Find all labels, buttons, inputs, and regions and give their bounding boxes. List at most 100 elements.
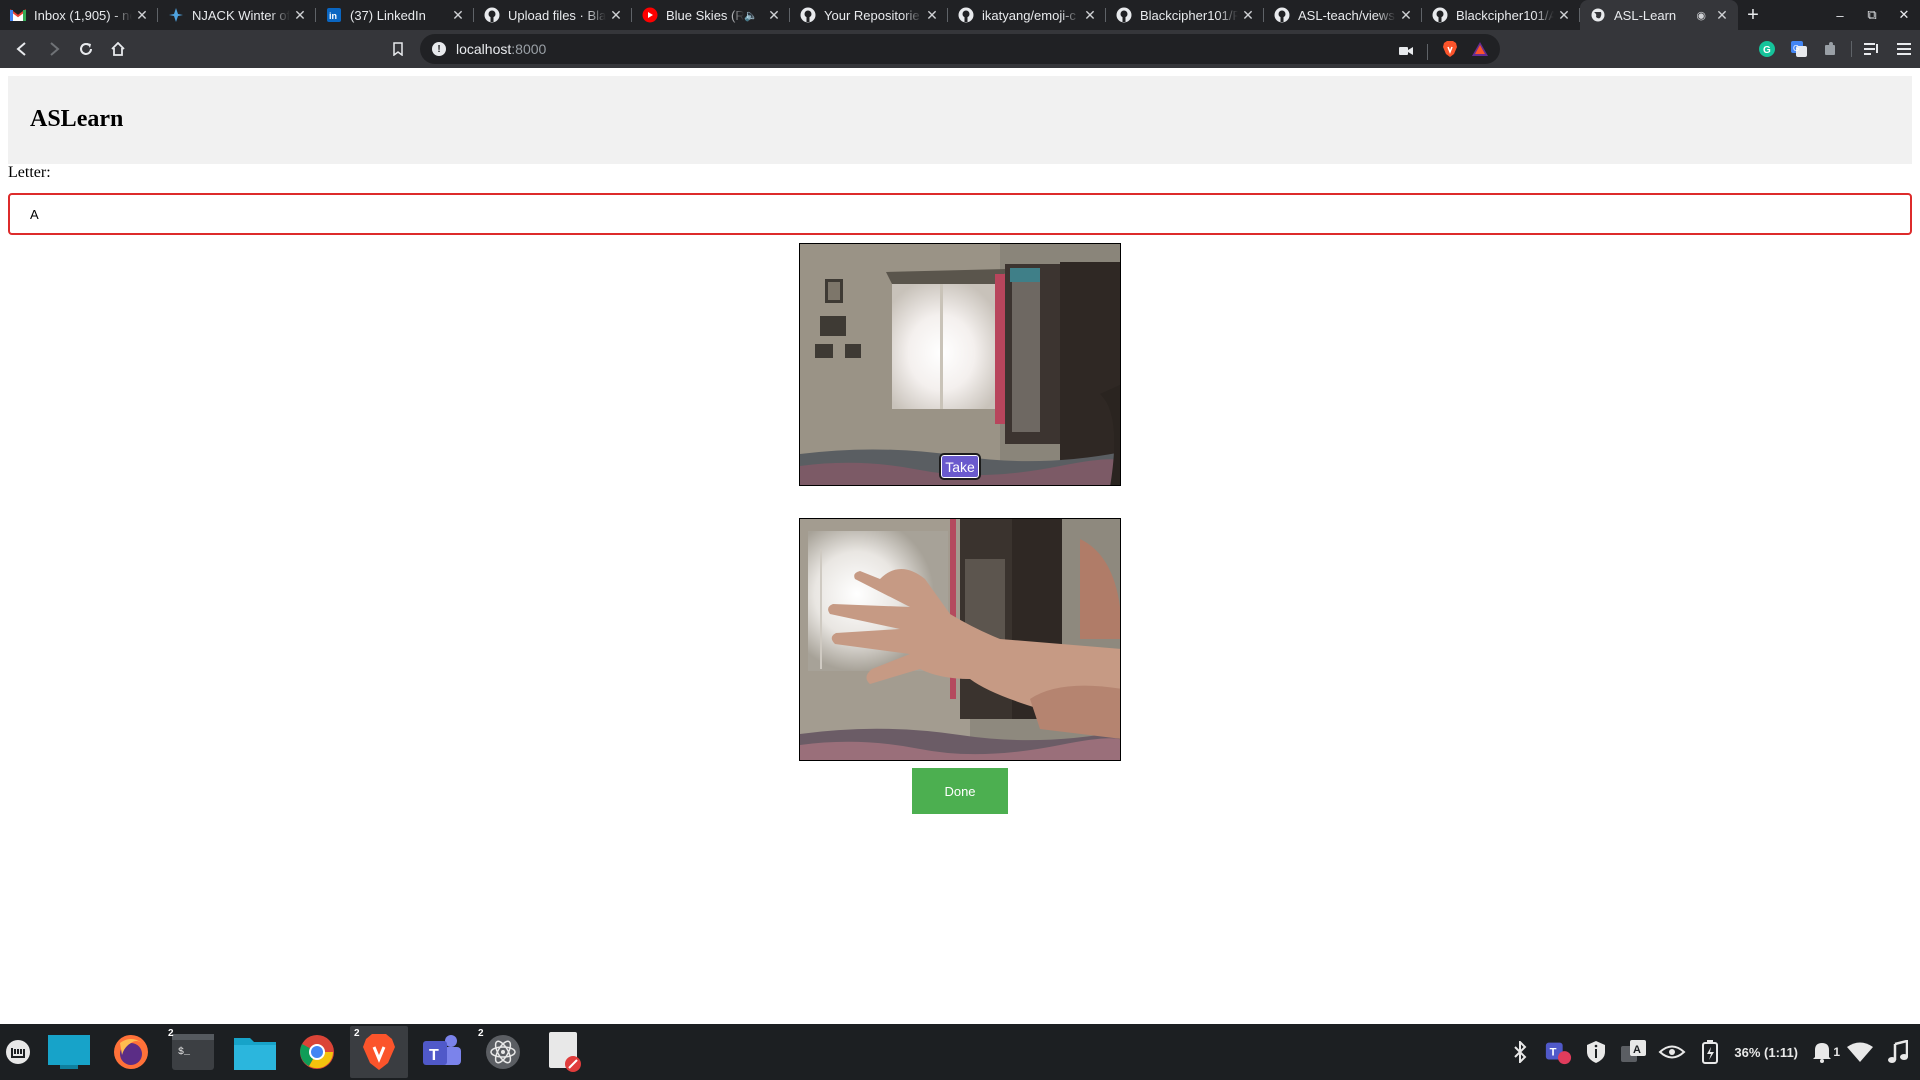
google-translate-icon[interactable]: G — [1783, 33, 1815, 65]
recording-indicator-icon: ◉ — [1696, 9, 1706, 22]
music-note-icon[interactable] — [1884, 1038, 1912, 1066]
back-button[interactable] — [6, 33, 38, 65]
update-info-icon[interactable] — [1582, 1038, 1610, 1066]
browser-tab-strip: Inbox (1,905) - ne ✕ NJACK Winter of ✕ i… — [0, 0, 1920, 30]
tab-close-icon[interactable]: ✕ — [1396, 7, 1416, 24]
brave-shields-icon[interactable] — [1442, 40, 1458, 63]
tab-upload-files[interactable]: Upload files · Bla ✕ — [474, 0, 632, 30]
gmail-icon — [10, 7, 26, 23]
forward-button[interactable] — [38, 33, 70, 65]
bookmark-button[interactable] — [386, 33, 410, 65]
tab-emoji-cheat-sheet[interactable]: ikatyang/emoji-c ✕ — [948, 0, 1106, 30]
camera-in-use-icon[interactable] — [1399, 43, 1413, 61]
tab-your-repositories[interactable]: Your Repositorie ✕ — [790, 0, 948, 30]
page-header: ASLearn — [8, 76, 1912, 164]
reload-button[interactable] — [70, 33, 102, 65]
tab-close-icon[interactable]: ✕ — [922, 7, 942, 24]
window-controls: – ⧉ ✕ — [1824, 0, 1920, 30]
menu-icon[interactable] — [1888, 33, 1920, 65]
address-bar-actions — [1399, 40, 1488, 63]
tab-close-icon[interactable]: ✕ — [606, 7, 626, 24]
firefox-icon[interactable] — [102, 1026, 160, 1078]
extension-puzzle-icon[interactable] — [1815, 33, 1847, 65]
linkedin-icon: in — [326, 7, 342, 23]
github-icon — [1432, 7, 1448, 23]
brave-icon[interactable]: 2 — [350, 1026, 408, 1078]
system-tray: T A 36% (1:11) 1 — [1506, 1024, 1920, 1080]
svg-text:in: in — [329, 11, 337, 21]
tab-linkedin[interactable]: in (37) LinkedIn ✕ — [316, 0, 474, 30]
page-title: ASLearn — [30, 106, 124, 132]
tab-gmail-inbox[interactable]: Inbox (1,905) - ne ✕ — [0, 0, 158, 30]
tab-title: Upload files · Bla — [508, 7, 606, 23]
forward-arrow-icon — [50, 42, 60, 56]
tab-title: Your Repositorie — [824, 7, 920, 23]
tab-title: (37) LinkedIn — [350, 7, 426, 23]
restore-button[interactable]: ⧉ — [1856, 7, 1888, 23]
mint-menu-icon[interactable] — [0, 1026, 36, 1078]
done-button[interactable]: Done — [912, 768, 1008, 814]
close-window-button[interactable]: ✕ — [1888, 7, 1920, 23]
atom-icon[interactable]: 2 — [474, 1026, 532, 1078]
globe-icon — [1590, 7, 1606, 23]
terminal-icon[interactable]: 2 $_ — [164, 1026, 222, 1078]
show-desktop-icon[interactable] — [40, 1026, 98, 1078]
address-bar[interactable]: ! localhost:8000 — [420, 34, 1500, 64]
wifi-icon[interactable] — [1846, 1038, 1874, 1066]
teams-icon[interactable]: T — [412, 1026, 470, 1078]
files-icon[interactable] — [226, 1026, 284, 1078]
text-editor-icon[interactable] — [536, 1026, 594, 1078]
svg-text:G: G — [1763, 45, 1771, 56]
notifications-icon[interactable]: 1 — [1808, 1038, 1840, 1066]
brave-rewards-icon[interactable] — [1472, 42, 1488, 61]
audio-playing-icon[interactable]: 🔈 — [744, 9, 758, 22]
tab-close-icon[interactable]: ✕ — [1554, 7, 1574, 24]
tab-njack[interactable]: NJACK Winter of ✕ — [158, 0, 316, 30]
take-photo-button[interactable]: Take — [939, 453, 981, 480]
letter-input[interactable] — [8, 193, 1912, 235]
tab-close-icon[interactable]: ✕ — [1712, 7, 1732, 24]
keyboard-layout-icon[interactable]: A — [1620, 1038, 1648, 1066]
notification-count: 1 — [1833, 1045, 1840, 1059]
tab-asl-teach-views[interactable]: ASL-teach/views ✕ — [1264, 0, 1422, 30]
nvidia-icon[interactable] — [1658, 1038, 1686, 1066]
minimize-button[interactable]: – — [1824, 8, 1856, 23]
svg-text:T: T — [429, 1047, 439, 1064]
bluetooth-icon[interactable] — [1506, 1038, 1534, 1066]
tab-asl-learn[interactable]: ASL-Learn ◉ ✕ — [1580, 0, 1738, 30]
back-arrow-icon — [16, 42, 26, 56]
svg-text:T: T — [1550, 1047, 1557, 1059]
webcam-video — [799, 243, 1121, 486]
window-count-badge: 2 — [478, 1028, 484, 1039]
tab-close-icon[interactable]: ✕ — [1238, 7, 1258, 24]
tab-title: ASL-teach/views — [1298, 7, 1395, 23]
site-info-icon[interactable]: ! — [432, 42, 446, 56]
tab-title: Blue Skies (Re — [666, 7, 745, 23]
tab-blue-skies[interactable]: Blue Skies (Re 🔈 ✕ — [632, 0, 790, 30]
window-count-badge: 2 — [168, 1028, 174, 1039]
chrome-icon[interactable] — [288, 1026, 346, 1078]
tab-blackcipher-a[interactable]: Blackcipher101/A ✕ — [1422, 0, 1580, 30]
grammarly-icon[interactable]: G — [1751, 33, 1783, 65]
youtube-icon — [642, 7, 658, 23]
svg-text:$_: $_ — [178, 1046, 191, 1058]
tab-close-icon[interactable]: ✕ — [448, 7, 468, 24]
github-icon — [958, 7, 974, 23]
github-icon — [1116, 7, 1132, 23]
tab-close-icon[interactable]: ✕ — [132, 7, 152, 24]
github-icon — [1274, 7, 1290, 23]
tab-close-icon[interactable]: ✕ — [290, 7, 310, 24]
svg-text:A: A — [1633, 1044, 1641, 1056]
tab-blackcipher-r[interactable]: Blackcipher101/R ✕ — [1106, 0, 1264, 30]
browser-toolbar: ! localhost:8000 G G — [0, 30, 1920, 68]
new-tab-button[interactable]: + — [1738, 4, 1768, 27]
battery-icon[interactable] — [1696, 1038, 1724, 1066]
tab-close-icon[interactable]: ✕ — [764, 7, 784, 24]
os-taskbar: 2 $_ 2 T 2 T A 36% (1:11) 1 — [0, 1024, 1920, 1080]
tab-close-icon[interactable]: ✕ — [1080, 7, 1100, 24]
media-playlist-icon[interactable] — [1856, 33, 1888, 65]
letter-label: Letter: — [8, 164, 51, 181]
svg-text:G: G — [1793, 44, 1799, 53]
home-button[interactable] — [102, 33, 134, 65]
teams-tray-icon[interactable]: T — [1544, 1038, 1572, 1066]
